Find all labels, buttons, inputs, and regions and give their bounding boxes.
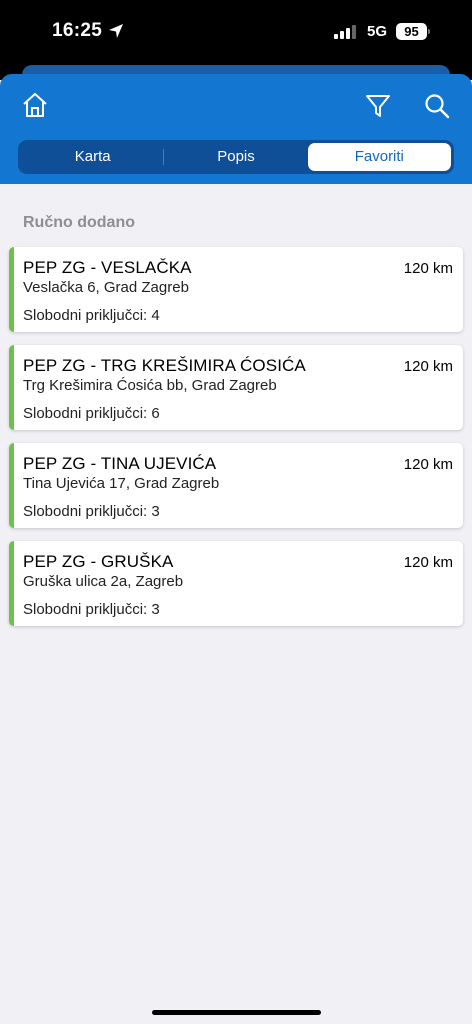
- station-card[interactable]: PEP ZG - TRG KREŠIMIRA ĆOSIĆA 120 km Trg…: [9, 345, 463, 430]
- station-distance: 120 km: [403, 456, 453, 473]
- status-time: 16:25: [52, 20, 103, 41]
- station-card[interactable]: PEP ZG - VESLAČKA 120 km Veslačka 6, Gra…: [9, 247, 463, 332]
- filter-icon[interactable]: [364, 92, 392, 120]
- section-title: Ručno dodano: [23, 214, 135, 231]
- station-name: PEP ZG - GRUŠKA: [23, 552, 174, 571]
- station-free-connectors: Slobodni priključci: 4: [23, 307, 160, 324]
- station-free-connectors: Slobodni priključci: 3: [23, 601, 160, 618]
- station-address: Tina Ujevića 17, Grad Zagreb: [23, 475, 220, 492]
- station-free-connectors: Slobodni priključci: 3: [23, 503, 160, 520]
- tab-favoriti[interactable]: Favoriti: [307, 143, 451, 171]
- tab-karta[interactable]: Karta: [21, 143, 165, 171]
- location-arrow-icon: [109, 24, 123, 38]
- station-free-connectors: Slobodni priključci: 6: [23, 405, 160, 422]
- cellular-signal-icon: [334, 25, 356, 39]
- station-card[interactable]: PEP ZG - GRUŠKA 120 km Gruška ulica 2a, …: [9, 541, 463, 626]
- home-icon[interactable]: [21, 91, 49, 119]
- battery-level: 95: [396, 23, 427, 40]
- station-distance: 120 km: [403, 554, 453, 571]
- station-address: Gruška ulica 2a, Zagreb: [23, 573, 184, 590]
- station-card[interactable]: PEP ZG - TINA UJEVIĆA 120 km Tina Ujević…: [9, 443, 463, 528]
- station-distance: 120 km: [403, 358, 453, 375]
- station-name: PEP ZG - TINA UJEVIĆA: [23, 454, 217, 473]
- station-name: PEP ZG - TRG KREŠIMIRA ĆOSIĆA: [23, 356, 306, 375]
- tab-popis[interactable]: Popis: [164, 143, 307, 171]
- station-distance: 120 km: [403, 260, 453, 277]
- header: Karta Popis Favoriti: [0, 74, 472, 184]
- home-indicator[interactable]: [152, 1010, 321, 1015]
- station-address: Veslačka 6, Grad Zagreb: [23, 279, 189, 296]
- view-segmented-control: Karta Popis Favoriti: [18, 140, 454, 174]
- search-icon[interactable]: [423, 92, 451, 120]
- station-address: Trg Krešimira Ćosića bb, Grad Zagreb: [23, 377, 277, 394]
- battery-icon: [428, 29, 430, 34]
- station-name: PEP ZG - VESLAČKA: [23, 258, 192, 277]
- network-type: 5G: [367, 23, 388, 40]
